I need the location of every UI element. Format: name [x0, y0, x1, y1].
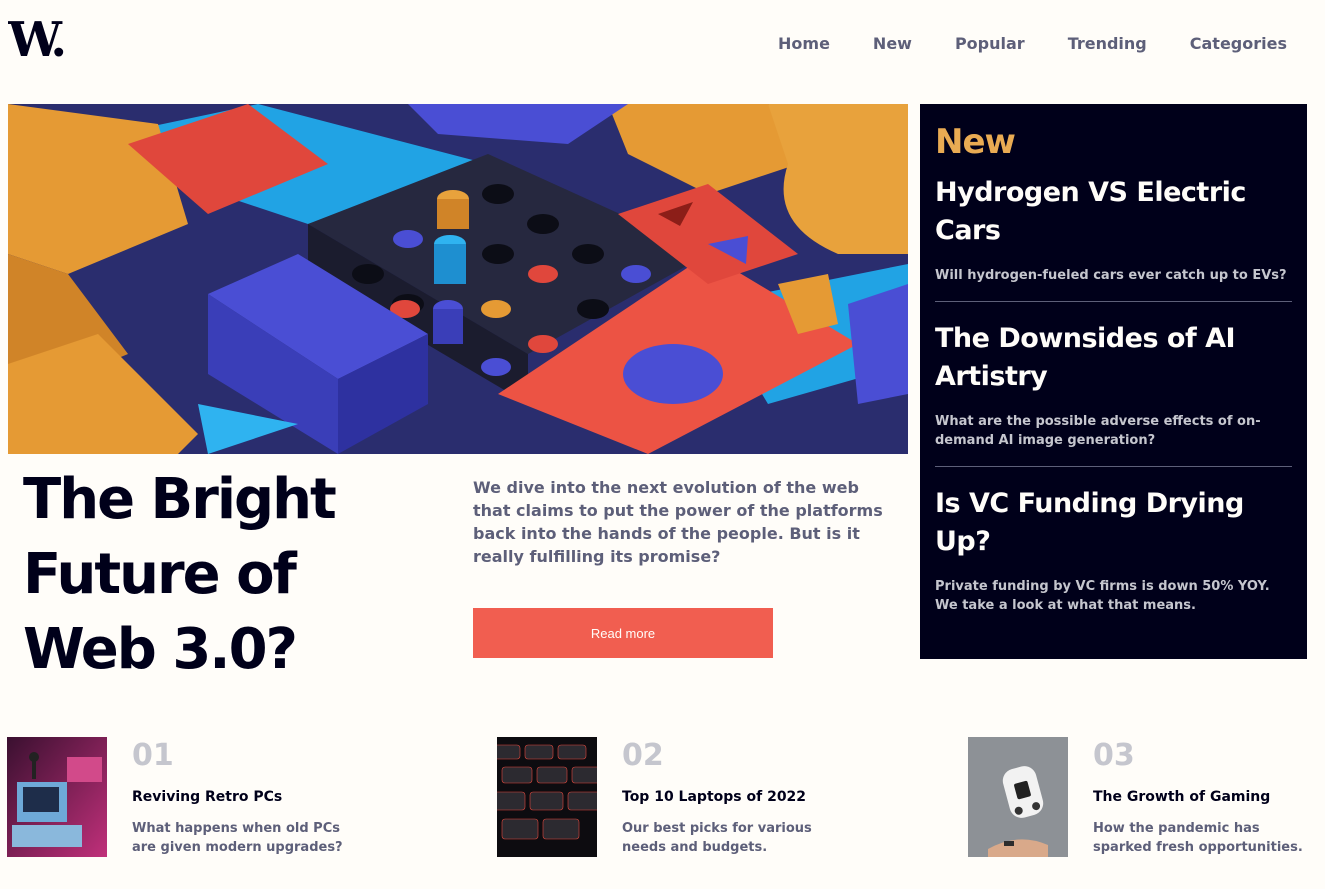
new-article-title[interactable]: Hydrogen VS Electric Cars: [935, 174, 1292, 250]
card-body: 01 Reviving Retro PCs What happens when …: [132, 737, 347, 857]
card-description: How the pandemic has sparked fresh oppor…: [1093, 821, 1303, 855]
hero-title: The Bright Future of Web 3.0?: [23, 467, 337, 682]
article-card: 03 The Growth of Gaming How the pandemic…: [968, 737, 1308, 857]
card-body: 03 The Growth of Gaming How the pandemic…: [1093, 737, 1308, 857]
read-more-button[interactable]: Read more: [473, 608, 773, 658]
card-number: 02: [622, 738, 664, 773]
card-number: 03: [1093, 738, 1135, 773]
new-article-description: Will hydrogen-fueled cars ever catch up …: [935, 268, 1287, 283]
retro-pc-thumbnail[interactable]: [7, 737, 107, 857]
new-article-description: Private funding by VC firms is down 50% …: [935, 579, 1270, 613]
card-title[interactable]: Top 10 Laptops of 2022: [622, 789, 837, 805]
logo-text: W.: [8, 14, 63, 64]
new-article-title[interactable]: The Downsides of AI Artistry: [935, 320, 1292, 396]
site-logo[interactable]: W.: [7, 12, 74, 68]
nav-link-categories[interactable]: Categories: [1190, 34, 1287, 53]
laptop-keyboard-thumbnail[interactable]: [497, 737, 597, 857]
hero-image: [8, 104, 908, 454]
card-description: What happens when old PCs are given mode…: [132, 821, 343, 855]
new-article-item: Hydrogen VS Electric Cars Will hydrogen-…: [935, 174, 1292, 302]
nav-link-home[interactable]: Home: [778, 34, 830, 53]
main-nav: Home New Popular Trending Categories: [778, 34, 1287, 53]
hero-description: We dive into the next evolution of the w…: [473, 478, 883, 566]
article-card: 01 Reviving Retro PCs What happens when …: [7, 737, 347, 857]
new-article-item: Is VC Funding Drying Up? Private funding…: [935, 485, 1292, 631]
nav-link-trending[interactable]: Trending: [1068, 34, 1147, 53]
card-body: 02 Top 10 Laptops of 2022 Our best picks…: [622, 737, 837, 857]
new-article-description: What are the possible adverse effects of…: [935, 414, 1261, 448]
article-card: 02 Top 10 Laptops of 2022 Our best picks…: [497, 737, 837, 857]
card-number: 01: [132, 738, 174, 773]
new-article-item: The Downsides of AI Artistry What are th…: [935, 320, 1292, 467]
new-article-title[interactable]: Is VC Funding Drying Up?: [935, 485, 1292, 561]
nav-link-popular[interactable]: Popular: [955, 34, 1025, 53]
game-controller-thumbnail[interactable]: [968, 737, 1068, 857]
card-description: Our best picks for various needs and bud…: [622, 821, 812, 855]
new-articles-panel: New Hydrogen VS Electric Cars Will hydro…: [920, 104, 1307, 659]
card-title[interactable]: Reviving Retro PCs: [132, 789, 347, 805]
new-section-heading: New: [935, 122, 1016, 162]
card-title[interactable]: The Growth of Gaming: [1093, 789, 1308, 805]
nav-link-new[interactable]: New: [873, 34, 912, 53]
